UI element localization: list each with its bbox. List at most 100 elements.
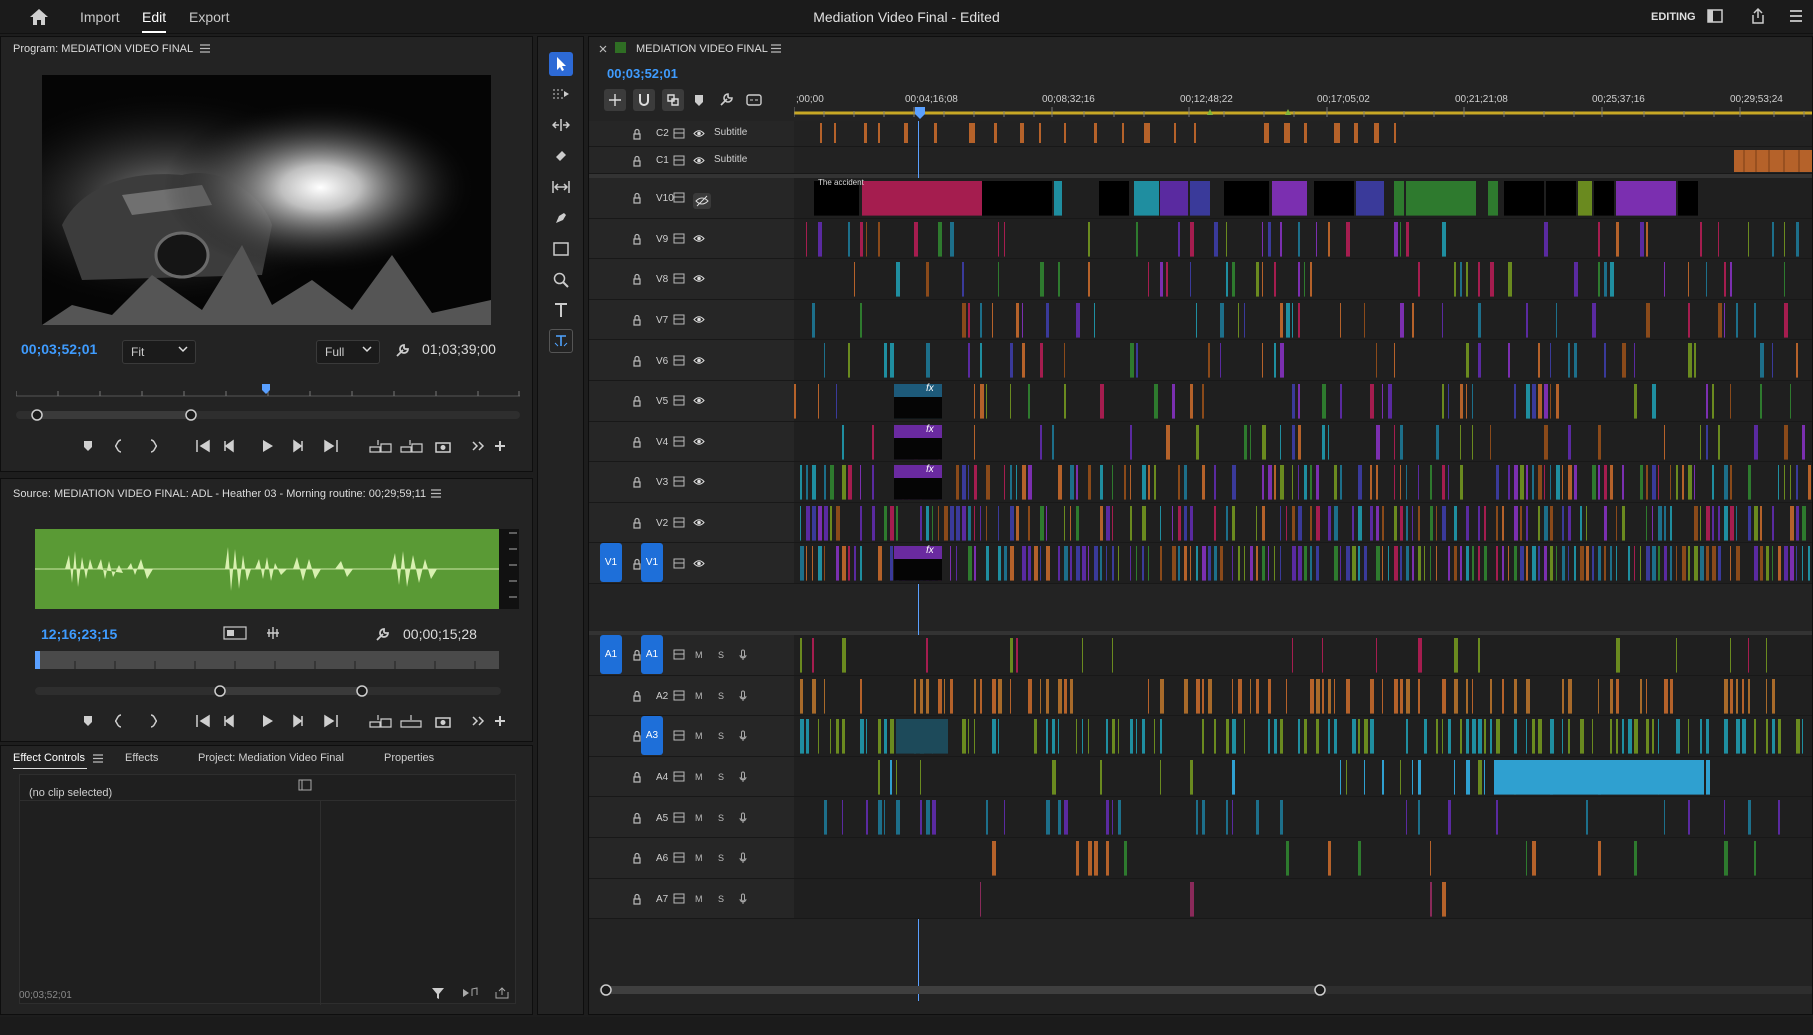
export-icon[interactable] [495,987,509,999]
lock-icon[interactable] [632,436,642,448]
track-lane[interactable]: fx [794,543,1812,583]
lock-icon[interactable] [632,812,642,824]
lock-icon[interactable] [632,771,642,783]
voiceover-mic-icon[interactable] [739,649,747,661]
nav-import[interactable]: Import [80,9,120,25]
sync-lock-icon[interactable] [673,730,685,741]
play-audio-icon[interactable] [462,987,478,999]
mute-button[interactable]: M [695,731,703,741]
track-lane[interactable] [794,635,1812,675]
sync-lock-icon[interactable] [673,476,685,487]
panel-menu-icon[interactable] [200,44,210,53]
eye-icon[interactable] [693,129,705,138]
eye-icon[interactable] [693,234,705,243]
lock-icon[interactable] [632,690,642,702]
type-tool-icon[interactable] [549,298,573,322]
lock-icon[interactable] [632,155,642,167]
sync-lock-icon[interactable] [673,155,685,166]
lock-icon[interactable] [632,128,642,140]
source-audio-waveform[interactable] [35,529,502,609]
tab-effect-controls[interactable]: Effect Controls [13,752,85,764]
mute-button[interactable]: M [695,650,703,660]
sync-lock-icon[interactable] [673,273,685,284]
track-target-a3[interactable]: A3 [641,716,663,755]
share-icon[interactable] [1750,7,1766,25]
sync-lock-icon[interactable] [673,355,685,366]
eye-icon[interactable] [693,274,705,283]
solo-button[interactable]: S [718,813,724,823]
track-lane[interactable] [794,218,1812,259]
source-patch-v1[interactable]: V1 [600,543,622,582]
sync-lock-icon[interactable] [673,128,685,139]
sync-lock-icon[interactable] [673,517,685,528]
track-lane[interactable]: The accident [794,178,1812,218]
quality-dropdown[interactable]: Full [316,340,380,364]
razor-tool-icon[interactable] [549,144,573,168]
zoom-tool-icon[interactable] [549,268,573,292]
mute-button[interactable]: M [695,853,703,863]
lock-icon[interactable] [632,273,642,286]
lock-icon[interactable] [632,233,642,245]
insert-sequence-nest-icon[interactable] [604,89,626,111]
eye-icon[interactable] [693,356,705,365]
track-lane[interactable] [794,502,1812,543]
mute-button[interactable]: M [695,894,703,904]
wrench-icon[interactable] [394,343,410,359]
sync-lock-icon[interactable] [673,314,685,325]
source-time-ruler[interactable] [35,651,499,669]
add-marker-icon[interactable] [693,93,705,107]
track-lane[interactable] [794,716,1812,756]
drag-video-only-icon[interactable] [223,625,247,641]
tab-properties[interactable]: Properties [384,752,434,764]
voiceover-mic-icon[interactable] [739,852,747,864]
snap-magnet-icon[interactable] [633,89,655,111]
lock-icon[interactable] [632,314,642,326]
program-timecode[interactable]: 00;03;52;01 [21,341,97,357]
track-lane[interactable]: fx [794,421,1812,462]
lock-icon[interactable] [632,893,642,905]
lock-icon[interactable] [632,395,642,407]
sync-lock-icon[interactable] [673,690,685,701]
linked-selection-icon[interactable] [662,89,684,111]
mute-button[interactable]: M [695,691,703,701]
sync-lock-icon[interactable] [673,893,685,904]
pen-tool-icon[interactable] [549,206,573,230]
source-patch-a1[interactable]: A1 [600,635,622,674]
track-lane[interactable] [794,340,1812,380]
slip-tool-icon[interactable] [549,175,573,199]
drag-audio-only-icon[interactable] [265,626,281,640]
lock-icon[interactable] [632,192,642,204]
solo-button[interactable]: S [718,894,724,904]
solo-button[interactable]: S [718,853,724,863]
timeline-view-toggle-icon[interactable] [298,779,312,791]
voiceover-mic-icon[interactable] [739,893,747,905]
mute-button[interactable]: M [695,772,703,782]
captions-icon[interactable] [746,94,762,106]
sync-lock-icon[interactable] [673,812,685,823]
lock-icon[interactable] [632,476,642,489]
home-icon[interactable] [28,7,50,27]
lock-icon[interactable] [632,558,642,570]
selection-tool-icon[interactable] [549,52,573,76]
tab-project[interactable]: Project: Mediation Video Final [198,752,344,764]
track-lane[interactable] [794,259,1812,299]
track-lane[interactable] [794,797,1812,837]
menu-icon[interactable] [1788,8,1804,24]
source-timecode[interactable]: 12;16;23;15 [41,626,117,642]
sync-lock-icon[interactable] [673,852,685,863]
eye-icon[interactable] [693,315,705,324]
sync-lock-icon[interactable] [673,436,685,447]
nav-edit[interactable]: Edit [142,9,166,25]
sync-lock-icon[interactable] [673,192,685,203]
timeline-zoom-scrollbar[interactable] [599,983,1812,997]
tab-effects[interactable]: Effects [125,752,158,764]
sync-lock-icon[interactable] [673,649,685,660]
program-time-ruler[interactable] [16,383,520,399]
source-zoom-scrollbar[interactable] [35,684,501,698]
track-lane[interactable] [794,838,1812,878]
track-lane[interactable]: fx [794,462,1812,502]
rectangle-tool-icon[interactable] [549,237,573,261]
eye-icon[interactable] [693,518,705,527]
eye-icon[interactable] [693,559,705,568]
lock-icon[interactable] [632,355,642,367]
